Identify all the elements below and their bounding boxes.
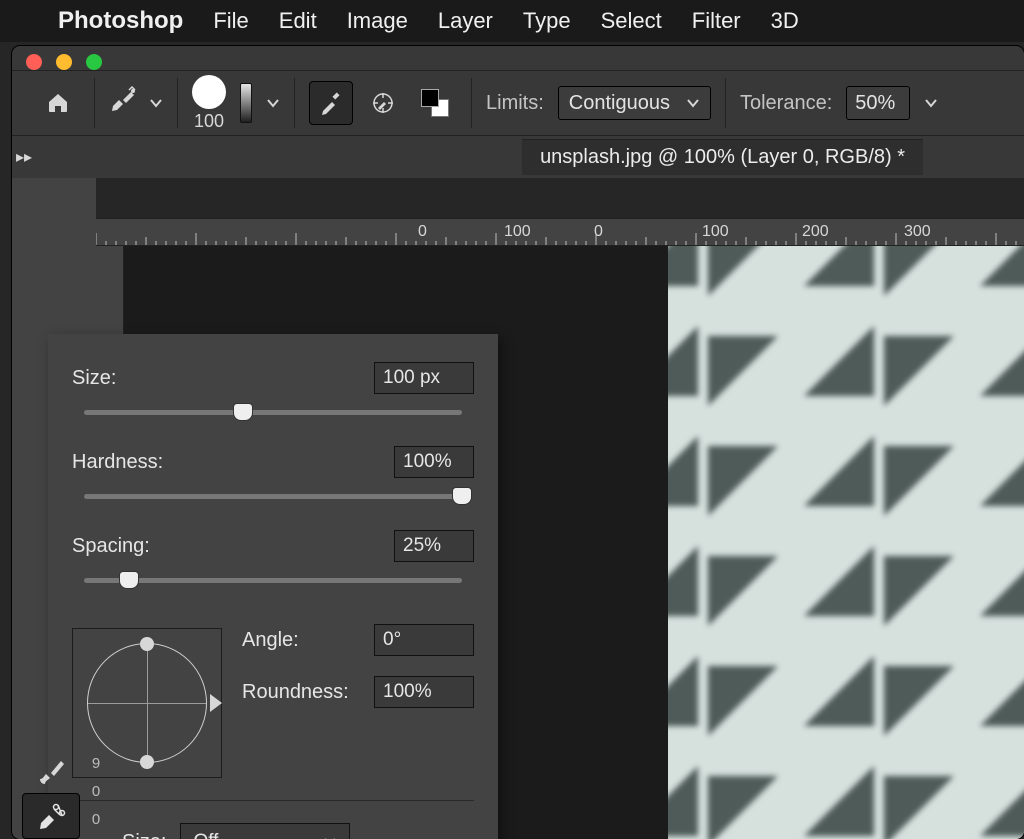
eraser-scissors-icon — [35, 801, 67, 831]
size-slider[interactable] — [84, 402, 462, 422]
eyedropper-target-icon — [369, 89, 397, 117]
spacing-input[interactable]: 25% — [394, 530, 474, 562]
roundness-label: Roundness: — [242, 681, 349, 704]
brush-size-readout: 100 — [194, 111, 224, 132]
tool-preset-icon[interactable] — [109, 86, 139, 120]
limits-value: Contiguous — [569, 92, 670, 115]
menu-file[interactable]: File — [213, 8, 248, 34]
brush-settings-panel: Size: 100 px Hardness: 100% Spacing: 25% — [48, 334, 498, 839]
chevron-down-icon — [323, 835, 337, 839]
menu-edit[interactable]: Edit — [279, 8, 317, 34]
ruler-horizontal[interactable]: 0 100 0 100 200 300 — [96, 218, 1024, 246]
document-tab[interactable]: unsplash.jpg @ 100% (Layer 0, RGB/8) * — [522, 139, 923, 175]
size-label: Size: — [72, 367, 116, 390]
window-minimize-button[interactable] — [56, 54, 72, 70]
options-bar: 100 Limits: Contiguous — [12, 70, 1024, 136]
workspace: 0 100 0 100 200 300 Size: 100 px Hardness: 10… — [12, 178, 1024, 839]
brush-feather-strip[interactable] — [240, 83, 252, 123]
slider-thumb[interactable] — [233, 403, 253, 421]
ruler-vertical-numbers: 900 — [84, 755, 108, 839]
slider-thumb[interactable] — [452, 487, 472, 505]
menu-layer[interactable]: Layer — [438, 8, 493, 34]
sample-continuous-button[interactable] — [309, 81, 353, 125]
size-input[interactable]: 100 px — [374, 362, 474, 394]
document-tab-bar: ▸▸ unsplash.jpg @ 100% (Layer 0, RGB/8) … — [12, 136, 1024, 178]
spacing-slider[interactable] — [84, 570, 462, 590]
menu-3d[interactable]: 3D — [771, 8, 799, 34]
brush-shape-icon — [192, 75, 226, 109]
brush-icon — [35, 755, 67, 785]
chevron-down-icon — [686, 96, 700, 110]
slider-thumb[interactable] — [119, 571, 139, 589]
menu-select[interactable]: Select — [601, 8, 662, 34]
angle-label: Angle: — [242, 629, 299, 652]
macos-menubar: Photoshop File Edit Image Layer Type Sel… — [0, 0, 1024, 42]
ruler-mark: 0 — [594, 223, 603, 241]
hardness-slider[interactable] — [84, 486, 462, 506]
sample-once-button[interactable] — [361, 81, 405, 125]
menu-type[interactable]: Type — [523, 8, 571, 34]
tolerance-label: Tolerance: — [740, 92, 832, 115]
document-canvas[interactable] — [668, 246, 1024, 839]
chevron-down-icon[interactable] — [149, 96, 163, 110]
sample-swatch-button[interactable] — [413, 81, 457, 125]
home-icon — [45, 91, 71, 115]
swatch-icon — [421, 89, 449, 117]
hardness-label: Hardness: — [72, 451, 163, 474]
hardness-input[interactable]: 100% — [394, 446, 474, 478]
menu-filter[interactable]: Filter — [692, 8, 741, 34]
home-button[interactable] — [36, 81, 80, 125]
limits-select[interactable]: Contiguous — [558, 86, 711, 120]
angle-input[interactable]: 0° — [374, 624, 474, 656]
background-eraser-tool[interactable] — [22, 793, 80, 839]
brush-tool[interactable] — [22, 747, 80, 793]
traffic-lights — [12, 46, 1024, 70]
tool-strip — [22, 747, 80, 839]
app-name[interactable]: Photoshop — [58, 7, 183, 35]
spacing-label: Spacing: — [72, 535, 150, 558]
limits-label: Limits: — [486, 92, 544, 115]
panel-expand-icon[interactable]: ▸▸ — [12, 147, 38, 167]
tolerance-input[interactable]: 50% — [846, 86, 910, 120]
chevron-down-icon[interactable] — [924, 96, 938, 110]
ruler-mark: 300 — [904, 223, 931, 241]
dynamics-size-label: Size: — [122, 831, 166, 839]
eyedropper-icon — [317, 89, 345, 117]
ruler-mark: 100 — [504, 223, 531, 241]
chevron-down-icon[interactable] — [266, 96, 280, 110]
window-close-button[interactable] — [26, 54, 42, 70]
window-maximize-button[interactable] — [86, 54, 102, 70]
roundness-input[interactable]: 100% — [374, 676, 474, 708]
photoshop-window: 100 Limits: Contiguous — [12, 46, 1024, 839]
dynamics-size-select[interactable]: Off — [180, 823, 350, 839]
angle-circle-icon — [87, 643, 207, 763]
brush-preview[interactable]: 100 — [192, 75, 226, 132]
ruler-mark: 100 — [702, 223, 729, 241]
ruler-mark: 0 — [418, 223, 427, 241]
ruler-mark: 200 — [802, 223, 829, 241]
menu-image[interactable]: Image — [347, 8, 408, 34]
